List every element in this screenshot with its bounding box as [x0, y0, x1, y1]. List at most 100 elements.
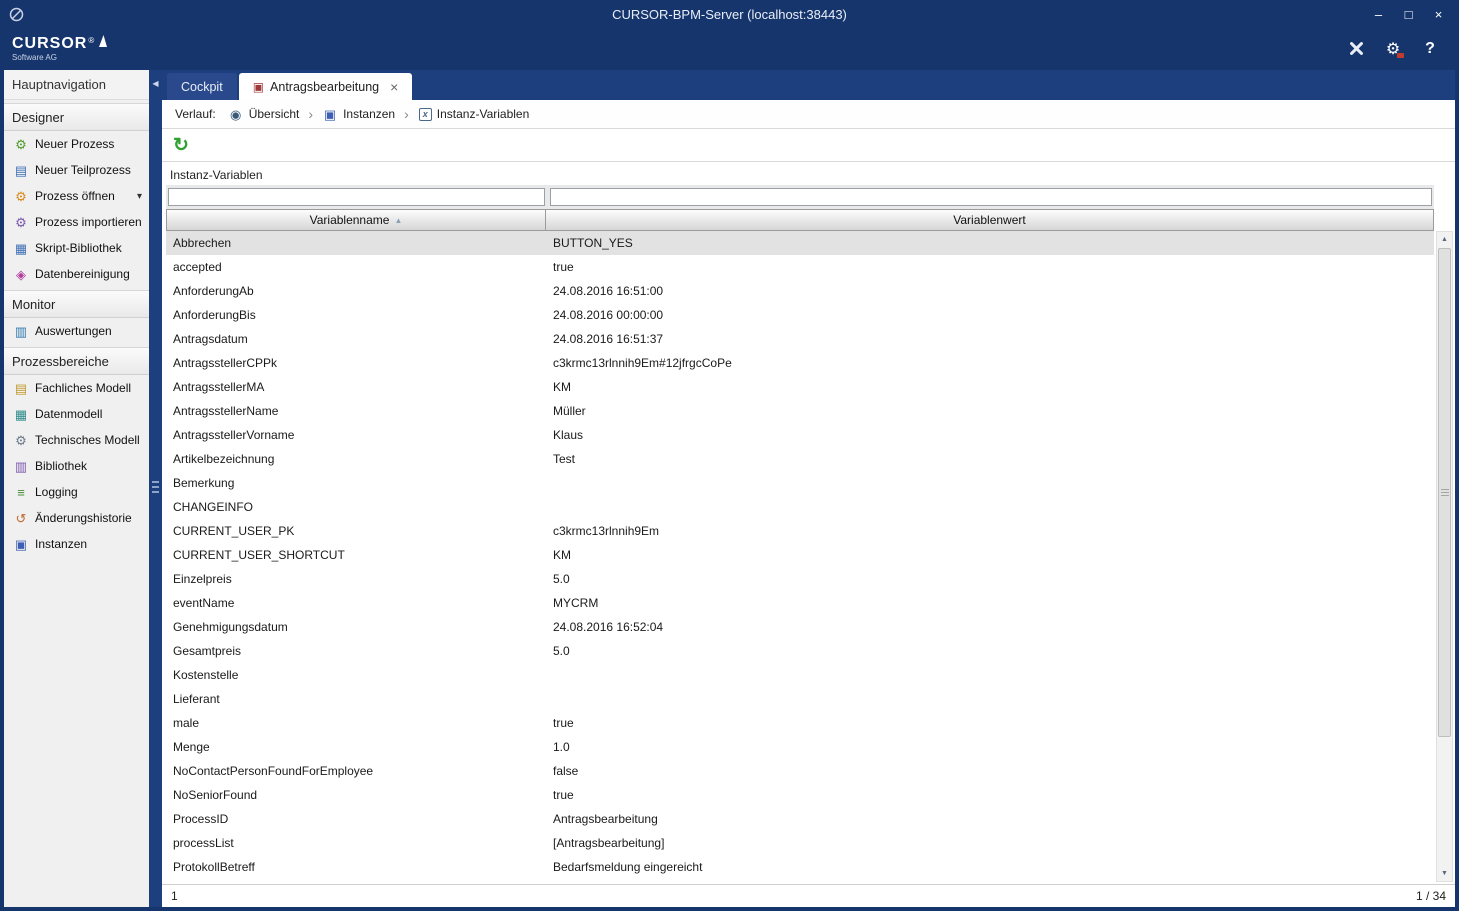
sidebar-item-bibliothek[interactable]: ▥Bibliothek [4, 453, 149, 479]
cell-variablenwert: 5.0 [546, 567, 1434, 591]
sidebar-splitter[interactable]: ◀ [149, 70, 162, 907]
sidebar-item-datenbereinigung[interactable]: ◈Datenbereinigung [4, 261, 149, 287]
tools-icon[interactable] [1346, 39, 1366, 59]
breadcrumb-item-instanzen[interactable]: ▣Instanzen [322, 107, 395, 121]
header-bar: CURSOR ® Software AG ⚙? [4, 28, 1455, 70]
sidebar-item-neuer-prozess[interactable]: ⚙Neuer Prozess [4, 131, 149, 157]
table-row[interactable]: Menge1.0 [166, 735, 1434, 759]
cell-variablenwert: 24.08.2016 16:51:37 [546, 327, 1434, 351]
sidebar-item-label: Auswertungen [35, 324, 112, 338]
sidebar-item-prozess-importieren[interactable]: ⚙Prozess importieren [4, 209, 149, 235]
table-row[interactable]: Genehmigungsdatum24.08.2016 16:52:04 [166, 615, 1434, 639]
table-row[interactable]: AnforderungBis24.08.2016 00:00:00 [166, 303, 1434, 327]
cell-variablenname: accepted [166, 255, 546, 279]
sidebar-item-logging[interactable]: ≡Logging [4, 479, 149, 505]
sidebar-item-label: Fachliches Modell [35, 381, 131, 395]
cell-variablenname: Bemerkung [166, 471, 546, 495]
variables-table: Variablenname▲Variablenwert AbbrechenBUT… [166, 185, 1434, 879]
statusbar: 1 1 / 34 [162, 884, 1455, 907]
table-row[interactable]: eventNameMYCRM [166, 591, 1434, 615]
table-row[interactable]: ProtokollBetreffBedarfsmeldung eingereic… [166, 855, 1434, 879]
cell-variablenwert: Klaus [546, 423, 1434, 447]
help-icon[interactable]: ? [1420, 39, 1440, 59]
library-icon: ▥ [13, 460, 29, 473]
breadcrumb-item-instanz-variablen[interactable]: xInstanz-Variablen [418, 107, 530, 121]
refresh-icon[interactable]: ↻ [173, 136, 189, 155]
table-row[interactable]: CHANGEINFO [166, 495, 1434, 519]
table-row[interactable]: AntragsstellerMAKM [166, 375, 1434, 399]
sidebar-section-designer: Designer [4, 103, 149, 131]
table-row[interactable]: Gesamtpreis5.0 [166, 639, 1434, 663]
sidebar-item-datenmodell[interactable]: ▦Datenmodell [4, 401, 149, 427]
minimize-button[interactable]: – [1371, 7, 1386, 22]
table-row[interactable]: CURRENT_USER_PKc3krmc13rlnnih9Em [166, 519, 1434, 543]
table-row[interactable]: AbbrechenBUTTON_YES [166, 231, 1434, 255]
table-row[interactable]: ProcessIDAntragsbearbeitung [166, 807, 1434, 831]
overview-icon: ◉ [228, 108, 244, 121]
sidebar-item-auswertungen[interactable]: ▥Auswertungen [4, 318, 149, 344]
close-tab-icon[interactable]: × [390, 80, 398, 94]
collapse-sidebar-button[interactable]: ◀ [149, 79, 162, 88]
filter-input-variablenname[interactable] [168, 188, 545, 206]
cell-variablenname: Menge [166, 735, 546, 759]
cell-variablenname: NoSeniorFound [166, 783, 546, 807]
scroll-up-button[interactable]: ▲ [1437, 232, 1452, 247]
table-row[interactable]: ArtikelbezeichnungTest [166, 447, 1434, 471]
table-row[interactable]: Bemerkung [166, 471, 1434, 495]
deploy-icon[interactable]: ⚙ [1383, 39, 1403, 59]
sidebar-item-prozess-offnen[interactable]: ⚙Prozess öffnen▾ [4, 183, 149, 209]
table-row[interactable]: AnforderungAb24.08.2016 16:51:00 [166, 279, 1434, 303]
table-row[interactable]: Lieferant [166, 687, 1434, 711]
vertical-scrollbar[interactable]: ▲ ▼ [1436, 231, 1453, 882]
column-header-variablenname[interactable]: Variablenname▲ [166, 209, 546, 231]
close-button[interactable]: × [1431, 7, 1446, 22]
sidebar-item-instanzen[interactable]: ▣Instanzen [4, 531, 149, 557]
table-row[interactable]: NoSeniorFoundtrue [166, 783, 1434, 807]
sidebar-item-label: Instanzen [35, 537, 87, 551]
cell-variablenwert: [Antragsbearbeitung] [546, 831, 1434, 855]
cell-variablenwert: 5.0 [546, 639, 1434, 663]
history-icon: ↺ [13, 512, 29, 525]
window-body: Hauptnavigation Designer⚙Neuer Prozess▤N… [4, 70, 1455, 907]
column-header-variablenwert[interactable]: Variablenwert [546, 209, 1434, 231]
tab-antragsbearbeitung[interactable]: ▣Antragsbearbeitung× [239, 73, 413, 100]
table-row[interactable]: acceptedtrue [166, 255, 1434, 279]
filter-input-variablenwert[interactable] [550, 188, 1432, 206]
table-row[interactable]: Kostenstelle [166, 663, 1434, 687]
table-row[interactable]: CURRENT_USER_SHORTCUTKM [166, 543, 1434, 567]
tab-cockpit[interactable]: Cockpit [167, 73, 237, 100]
maximize-button[interactable]: □ [1401, 7, 1416, 22]
table-row[interactable]: AntragsstellerCPPkc3krmc13rlnnih9Em#12jf… [166, 351, 1434, 375]
status-row-indicator: 1 [171, 889, 178, 903]
sidebar-item-anderungshistorie[interactable]: ↺Änderungshistorie [4, 505, 149, 531]
sidebar-item-skript-bibliothek[interactable]: ▦Skript-Bibliothek [4, 235, 149, 261]
cell-variablenname: AntragsstellerName [166, 399, 546, 423]
section-title: Instanz-Variablen [162, 162, 1455, 185]
table-row[interactable]: AntragsstellerVornameKlaus [166, 423, 1434, 447]
table-row[interactable]: processList[Antragsbearbeitung] [166, 831, 1434, 855]
sidebar-item-neuer-teilprozess[interactable]: ▤Neuer Teilprozess [4, 157, 149, 183]
table-row[interactable]: AntragsstellerNameMüller [166, 399, 1434, 423]
chevron-down-icon[interactable]: ▾ [137, 191, 149, 202]
table-row[interactable]: Antragsdatum24.08.2016 16:51:37 [166, 327, 1434, 351]
table-row[interactable]: NoContactPersonFoundForEmployeefalse [166, 759, 1434, 783]
sidebar-item-fachliches-modell[interactable]: ▤Fachliches Modell [4, 375, 149, 401]
scroll-down-button[interactable]: ▼ [1437, 866, 1452, 881]
cell-variablenwert [546, 687, 1434, 711]
scrollbar-thumb[interactable] [1438, 248, 1451, 737]
table-row[interactable]: maletrue [166, 711, 1434, 735]
cell-variablenname: male [166, 711, 546, 735]
process-tab-icon: ▣ [253, 81, 264, 93]
scrollbar-track[interactable] [1437, 247, 1452, 866]
cell-variablenname: CURRENT_USER_PK [166, 519, 546, 543]
sidebar-item-technisches-modell[interactable]: ⚙Technisches Modell [4, 427, 149, 453]
table-header: Variablenname▲Variablenwert [166, 209, 1434, 231]
toolbar: ↻ [162, 129, 1455, 162]
breadcrumb-label: Verlauf: [175, 107, 216, 121]
header-icons: ⚙? [1346, 39, 1455, 59]
breadcrumb-item-ubersicht[interactable]: ◉Übersicht [228, 107, 300, 121]
window-controls: –□ × [1371, 7, 1459, 22]
table-row[interactable]: Einzelpreis5.0 [166, 567, 1434, 591]
splitter-grip-icon[interactable] [152, 481, 159, 496]
cell-variablenwert: 24.08.2016 00:00:00 [546, 303, 1434, 327]
